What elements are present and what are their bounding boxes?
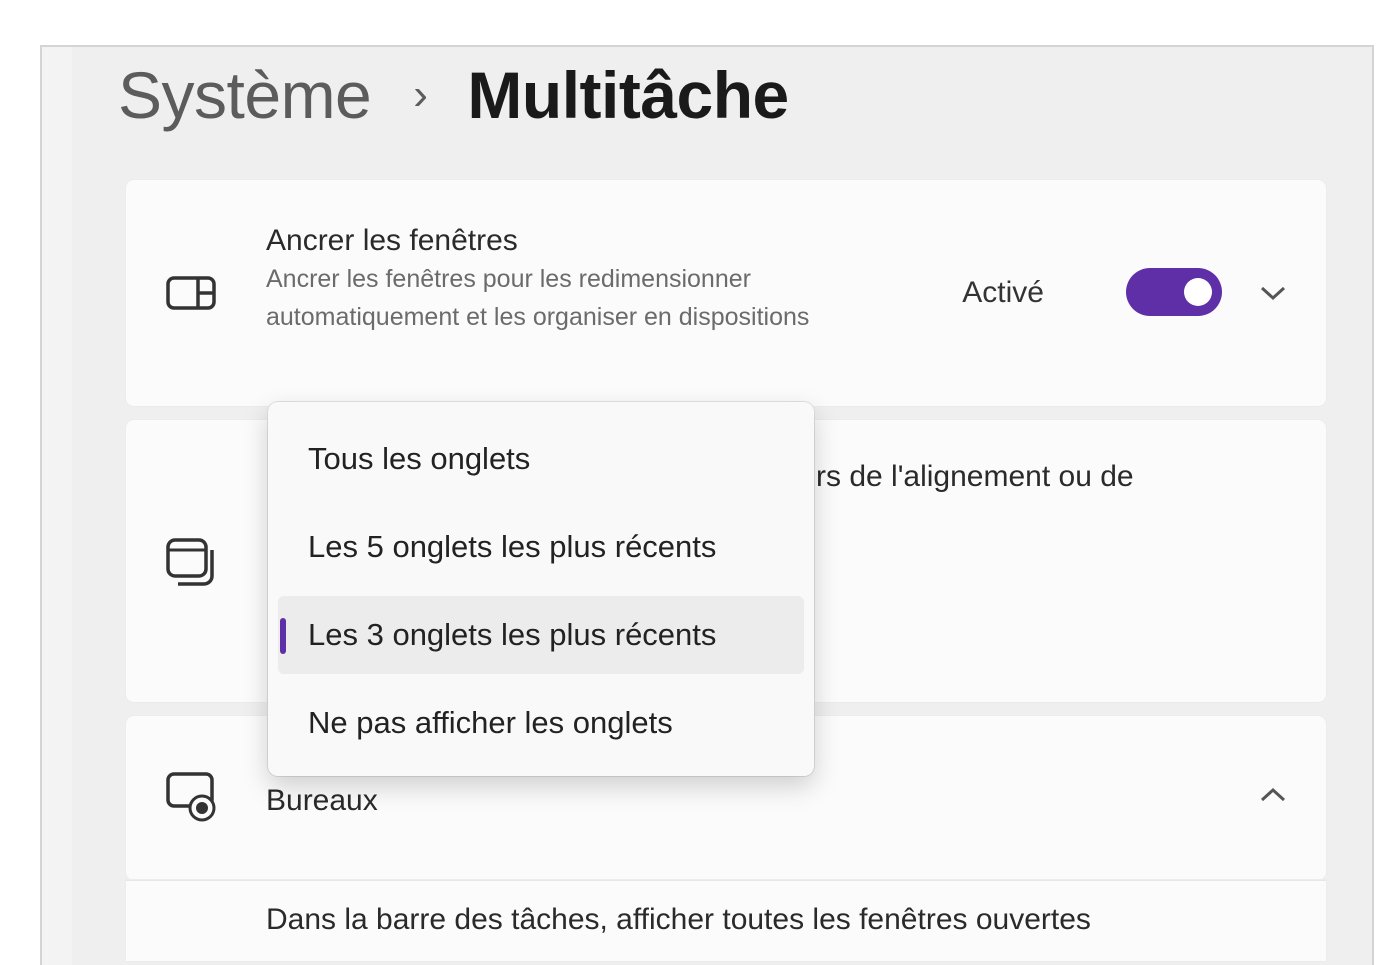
dropdown-option-label: Tous les onglets bbox=[308, 441, 531, 476]
stacked-windows-icon bbox=[166, 536, 218, 588]
dropdown-option-3-tabs[interactable]: Les 3 onglets les plus récents bbox=[278, 596, 804, 674]
desktops-sub-setting-row[interactable]: Dans la barre des tâches, afficher toute… bbox=[126, 880, 1326, 961]
chevron-up-icon[interactable] bbox=[1258, 780, 1288, 810]
dropdown-option-no-tabs[interactable]: Ne pas afficher les onglets bbox=[278, 684, 804, 762]
snap-windows-toggle[interactable] bbox=[1126, 268, 1222, 316]
selection-indicator bbox=[280, 618, 286, 654]
virtual-desktop-icon bbox=[166, 770, 218, 822]
page-title: Multitâche bbox=[467, 58, 789, 132]
dropdown-option-label: Les 5 onglets les plus récents bbox=[308, 529, 717, 564]
alt-tab-dropdown-menu: Tous les onglets Les 5 onglets les plus … bbox=[268, 402, 814, 776]
alt-tab-description-partial: rs de l'alignement ou de bbox=[816, 460, 1134, 493]
breadcrumb-separator: › bbox=[413, 70, 428, 119]
snap-windows-description: Ancrer les fenêtres pour les redimension… bbox=[266, 265, 810, 331]
breadcrumb-parent-link[interactable]: Système bbox=[118, 57, 372, 133]
dropdown-option-label: Ne pas afficher les onglets bbox=[308, 705, 673, 740]
taskbar-windows-setting-label: Dans la barre des tâches, afficher toute… bbox=[266, 903, 1091, 936]
breadcrumb: Système › Multitâche bbox=[118, 50, 789, 140]
toggle-knob bbox=[1184, 278, 1212, 306]
dropdown-option-5-tabs[interactable]: Les 5 onglets les plus récents bbox=[278, 508, 804, 586]
snap-layout-icon bbox=[166, 268, 218, 320]
snap-windows-title: Ancrer les fenêtres bbox=[266, 224, 518, 257]
chevron-down-icon[interactable] bbox=[1258, 278, 1288, 308]
dropdown-option-all-tabs[interactable]: Tous les onglets bbox=[278, 420, 804, 498]
desktops-title: Bureaux bbox=[266, 784, 378, 817]
dropdown-option-label: Les 3 onglets les plus récents bbox=[308, 617, 717, 652]
snap-windows-state-label: Activé bbox=[962, 276, 1044, 309]
snap-windows-card[interactable]: Ancrer les fenêtres Ancrer les fenêtres … bbox=[126, 180, 1326, 406]
